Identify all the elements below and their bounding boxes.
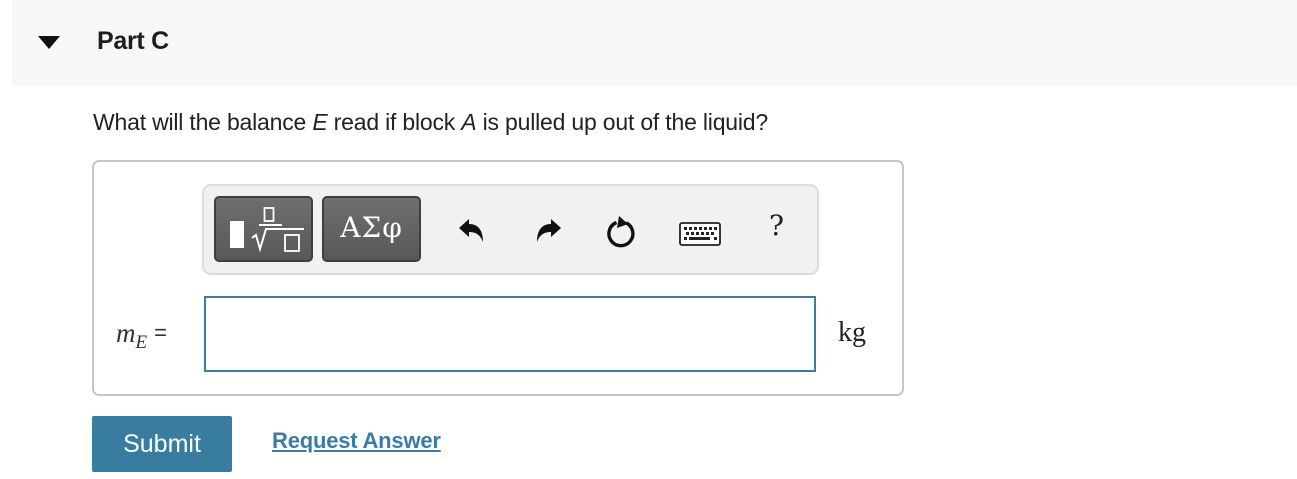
undo-arrow-icon[interactable]	[455, 216, 487, 246]
question-middle: read if block	[327, 109, 462, 135]
part-header	[12, 0, 1297, 86]
variable-m: m	[116, 318, 136, 348]
symbols-label: ΑΣφ	[340, 211, 403, 244]
part-title: Part C	[97, 27, 169, 55]
fraction-radical-template-icon	[230, 207, 304, 253]
question-prefix: What will the balance	[93, 109, 313, 135]
variable-subscript: E	[135, 332, 148, 353]
question-variable-e: E	[312, 109, 328, 135]
help-button[interactable]: ?	[769, 209, 784, 242]
equals-sign: =	[154, 320, 167, 345]
question-text: What will the balance E read if block A …	[93, 109, 768, 136]
answer-variable-label: mE =	[116, 318, 167, 353]
answer-input[interactable]	[204, 296, 816, 372]
question-part-panel: Part C What will the balance E read if b…	[0, 0, 1297, 479]
submit-button[interactable]: Submit	[92, 416, 232, 472]
reset-circular-arrow-icon[interactable]	[604, 214, 640, 250]
question-variable-a: A	[461, 109, 477, 135]
collapse-triangle-icon[interactable]	[38, 36, 60, 49]
templates-button[interactable]	[214, 196, 313, 262]
question-suffix: is pulled up out of the liquid?	[476, 109, 769, 135]
keyboard-icon[interactable]	[679, 222, 721, 246]
unit-label: kg	[838, 317, 866, 348]
redo-arrow-icon[interactable]	[533, 216, 565, 246]
symbols-button[interactable]: ΑΣφ	[322, 196, 421, 262]
request-answer-link[interactable]: Request Answer	[272, 428, 441, 454]
